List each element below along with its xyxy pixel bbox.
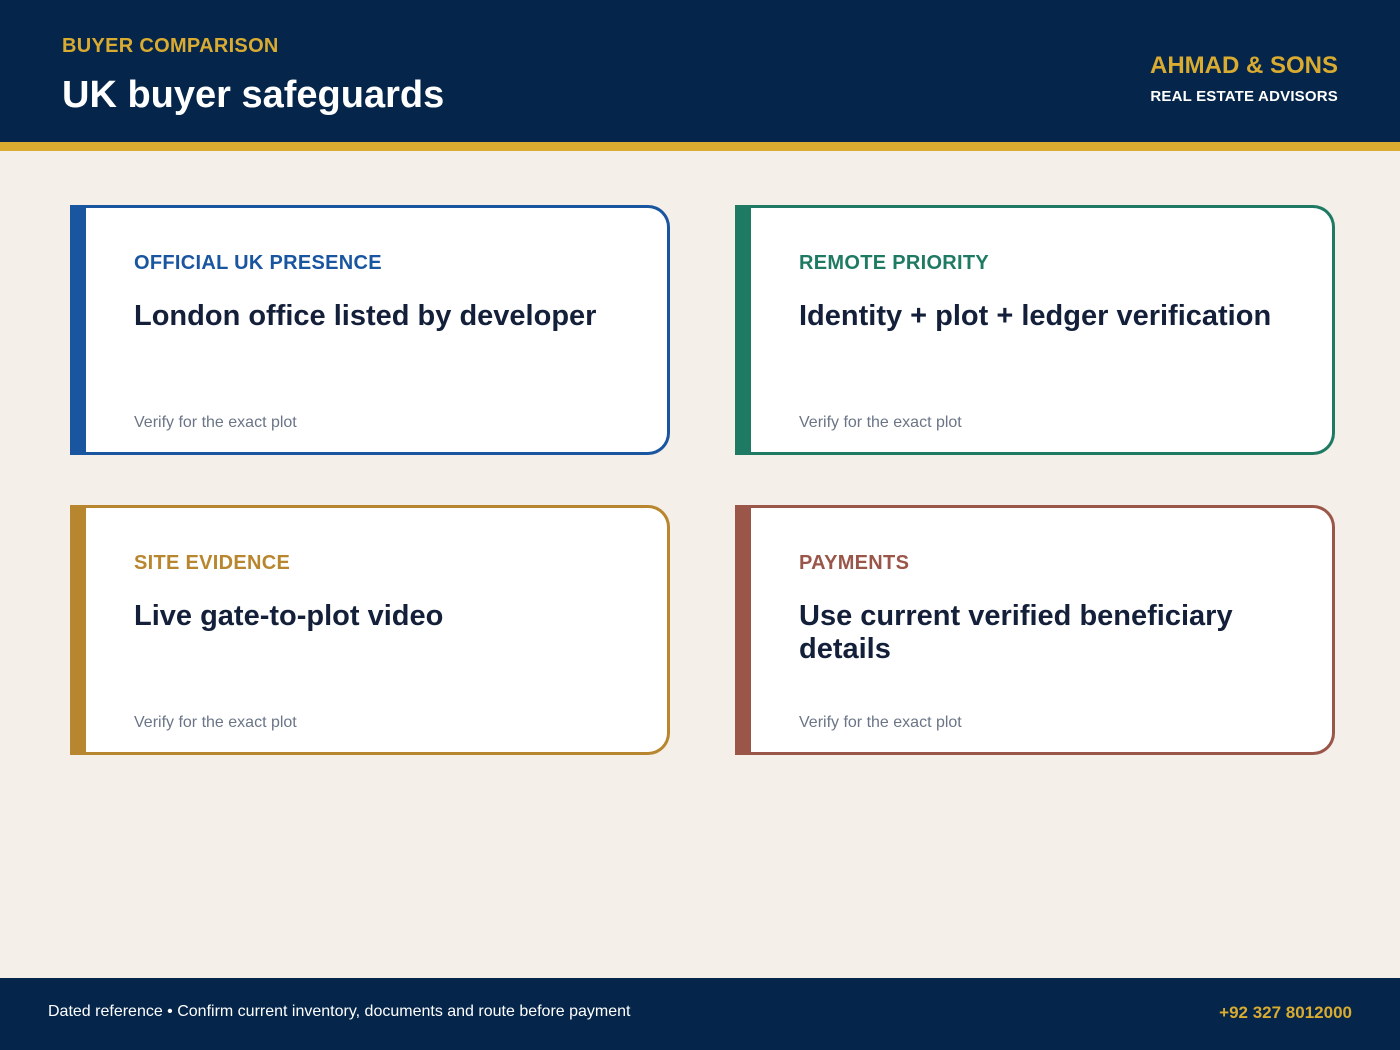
card-label: PAYMENTS	[799, 552, 910, 574]
card-site-evidence: SITE EVIDENCE Live gate-to-plot video Ve…	[70, 505, 670, 755]
brand-tagline: REAL ESTATE ADVISORS	[1150, 88, 1338, 105]
card-title: London office listed by developer	[134, 300, 597, 332]
card-title: Identity + plot + ledger verification	[799, 300, 1272, 332]
page-title: UK buyer safeguards	[62, 74, 445, 116]
card-payments: PAYMENTS Use current verified beneficiar…	[735, 505, 1335, 755]
card-official-uk-presence: OFFICIAL UK PRESENCE London office liste…	[70, 205, 670, 455]
footer-bar: Dated reference • Confirm current invent…	[0, 978, 1400, 1050]
card-title: Use current verified beneficiary details	[799, 600, 1233, 665]
footer-phone-number: +92 327 8012000	[1219, 1003, 1352, 1022]
card-label: OFFICIAL UK PRESENCE	[134, 252, 382, 274]
header-eyebrow: BUYER COMPARISON	[62, 35, 279, 57]
card-note: Verify for the exact plot	[134, 414, 297, 431]
header-banner: BUYER COMPARISON UK buyer safeguards AHM…	[0, 0, 1400, 142]
card-note: Verify for the exact plot	[799, 714, 962, 731]
card-remote-priority: REMOTE PRIORITY Identity + plot + ledger…	[735, 205, 1335, 455]
card-label: SITE EVIDENCE	[134, 552, 291, 574]
card-body: SITE EVIDENCE Live gate-to-plot video Ve…	[86, 505, 670, 755]
card-body: PAYMENTS Use current verified beneficiar…	[751, 505, 1335, 755]
card-note: Verify for the exact plot	[134, 714, 297, 731]
card-body: OFFICIAL UK PRESENCE London office liste…	[86, 205, 670, 455]
card-note: Verify for the exact plot	[799, 414, 962, 431]
brand-name: AHMAD & SONS	[1149, 52, 1338, 79]
card-title: Live gate-to-plot video	[134, 600, 444, 632]
footer-disclaimer: Dated reference • Confirm current invent…	[48, 1003, 631, 1020]
header-accent-stripe	[0, 142, 1400, 151]
brand-block: AHMAD & SONS REAL ESTATE ADVISORS	[1150, 52, 1338, 106]
card-body: REMOTE PRIORITY Identity + plot + ledger…	[751, 205, 1335, 455]
card-label: REMOTE PRIORITY	[799, 252, 990, 274]
